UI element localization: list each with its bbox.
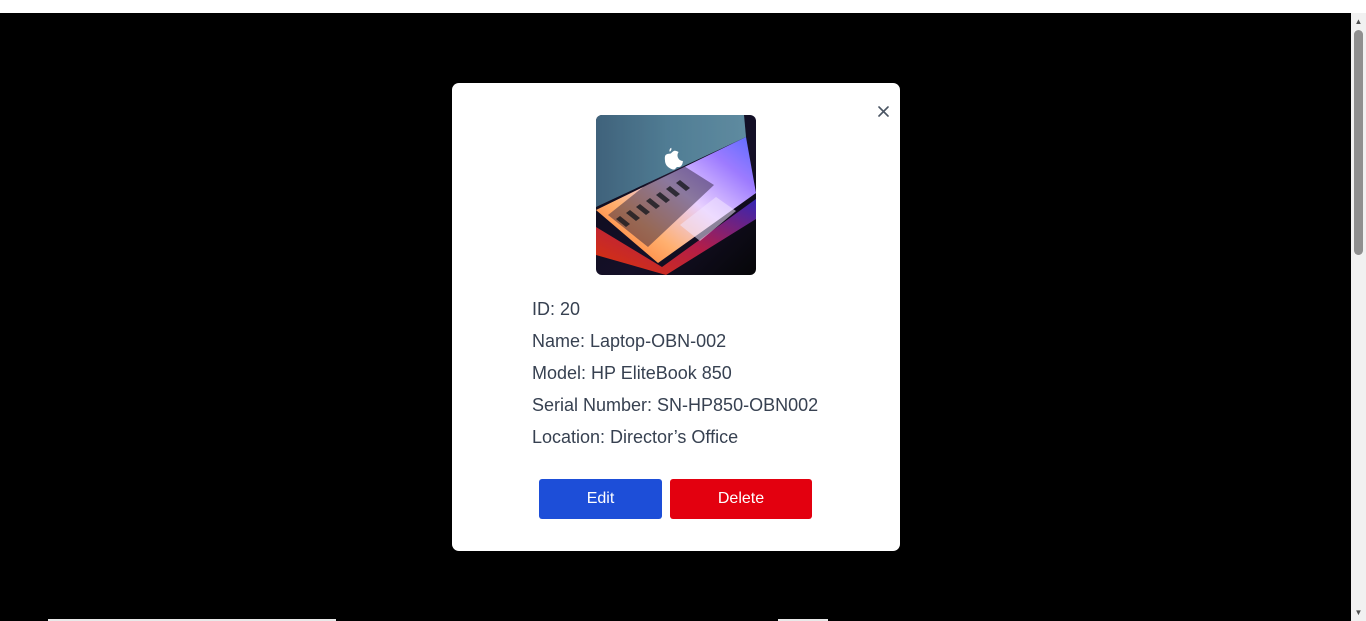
item-id: ID: 20 <box>532 299 581 319</box>
vertical-scrollbar[interactable]: ▲ ▼ <box>1351 13 1366 621</box>
delete-button[interactable]: Delete <box>670 479 812 519</box>
item-location: Location: Director’s Office <box>532 427 739 447</box>
edit-button[interactable]: Edit <box>539 479 662 519</box>
laptop-image <box>596 115 756 275</box>
item-details-modal: ID: 20 Name: Laptop-OBN-002 Model: HP El… <box>452 83 900 551</box>
item-serial-number: Serial Number: SN-HP850-OBN002 <box>532 395 819 415</box>
item-name: Name: Laptop-OBN-002 <box>532 331 727 351</box>
scroll-up-arrow-icon[interactable]: ▲ <box>1351 13 1366 30</box>
scrollbar-thumb[interactable] <box>1354 30 1363 255</box>
item-model: Model: HP EliteBook 850 <box>532 363 732 383</box>
close-icon[interactable] <box>873 101 893 121</box>
page-top-strip <box>0 0 1351 13</box>
scroll-down-arrow-icon[interactable]: ▼ <box>1351 604 1366 621</box>
item-details: ID: 20 Name: Laptop-OBN-002 Model: HP El… <box>532 293 872 453</box>
